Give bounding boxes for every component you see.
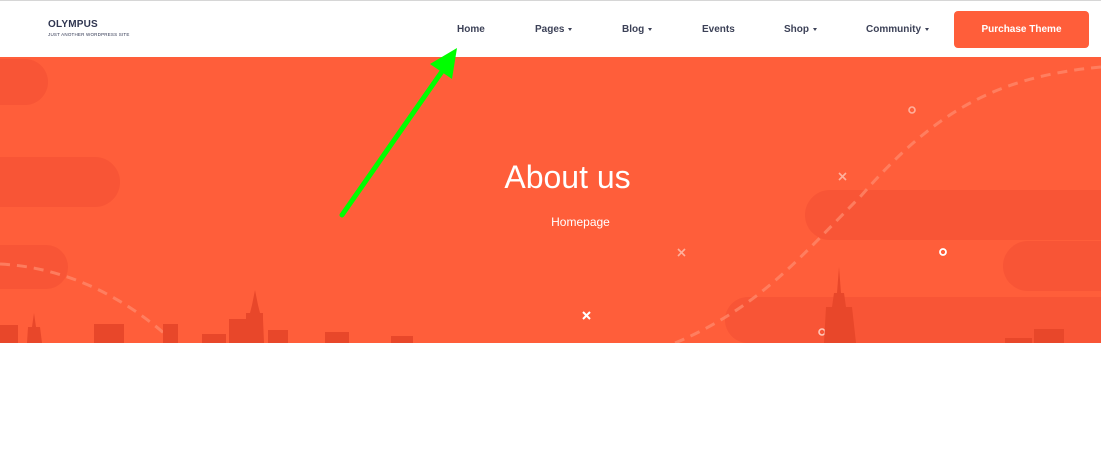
nav-item-pages[interactable]: Pages bbox=[535, 23, 573, 37]
nav-item-events[interactable]: Events bbox=[702, 23, 735, 37]
caret-down-icon bbox=[925, 27, 929, 31]
logo-title: OLYMPUS bbox=[48, 19, 98, 30]
nav-item-label: Shop bbox=[784, 24, 809, 35]
cloud-shape bbox=[0, 59, 48, 105]
nav-item-label: Pages bbox=[535, 24, 565, 35]
caret-down-icon bbox=[568, 27, 573, 31]
caret-down-icon bbox=[648, 27, 653, 31]
caret-down-icon bbox=[813, 27, 817, 31]
nav-item-label: Community bbox=[866, 24, 921, 35]
site-logo[interactable]: OLYMPUS JUST ANOTHER WORDPRESS SITE bbox=[48, 19, 130, 38]
nav-item-home[interactable]: Home bbox=[457, 23, 485, 37]
nav-item-label: Home bbox=[457, 24, 485, 35]
circle-decoration bbox=[939, 248, 947, 256]
purchase-theme-button[interactable]: Purchase Theme bbox=[954, 11, 1089, 48]
nav-item-shop[interactable]: Shop bbox=[784, 23, 817, 37]
page: OLYMPUS JUST ANOTHER WORDPRESS SITE Home… bbox=[0, 0, 1101, 449]
logo-tagline: JUST ANOTHER WORDPRESS SITE bbox=[48, 32, 130, 37]
page-title: About us bbox=[504, 159, 631, 195]
hero-banner: About us Homepage bbox=[0, 57, 1101, 343]
nav-item-label: Blog bbox=[622, 24, 645, 35]
nav-item-label: Events bbox=[702, 24, 735, 35]
breadcrumb-homepage-link[interactable]: Homepage bbox=[30, 214, 1101, 230]
circle-decoration bbox=[908, 106, 916, 114]
nav-item-community[interactable]: Community bbox=[866, 23, 929, 37]
site-header: OLYMPUS JUST ANOTHER WORDPRESS SITE Home… bbox=[0, 0, 1101, 57]
nav-item-blog[interactable]: Blog bbox=[622, 23, 653, 37]
cloud-shape bbox=[1003, 241, 1101, 291]
hero-background-illustration bbox=[0, 59, 1101, 343]
